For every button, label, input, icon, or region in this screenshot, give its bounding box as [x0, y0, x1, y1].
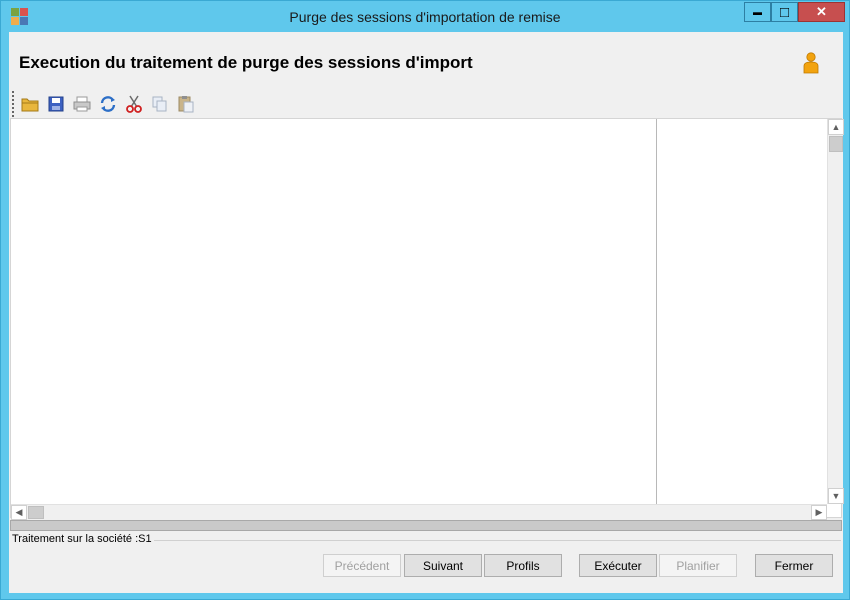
progress-bar: [10, 520, 842, 531]
window-title: Purge des sessions d'importation de remi…: [289, 9, 561, 25]
main-content-panel: ▲ ▼ ◀ ▶: [10, 118, 844, 520]
close-icon: ✕: [816, 4, 827, 19]
scroll-up-icon[interactable]: ▲: [828, 119, 844, 135]
close-dialog-button[interactable]: Fermer: [755, 554, 833, 577]
status-text: Traitement sur la société :S1: [12, 533, 154, 545]
left-pane[interactable]: [11, 119, 656, 504]
paste-icon[interactable]: [175, 94, 196, 115]
status-divider: [149, 540, 841, 541]
maximize-button[interactable]: □: [771, 2, 798, 22]
next-button-label: Suivant: [422, 558, 464, 573]
scroll-left-icon[interactable]: ◀: [11, 505, 27, 520]
minimize-button[interactable]: ▬: [744, 2, 771, 22]
execute-button[interactable]: Exécuter: [579, 554, 657, 577]
previous-button[interactable]: Précédent: [323, 554, 401, 577]
horizontal-scrollbar[interactable]: ◀ ▶: [11, 504, 827, 520]
main-window: Purge des sessions d'importation de remi…: [0, 0, 850, 600]
user-icon[interactable]: [802, 52, 820, 74]
next-button[interactable]: Suivant: [404, 554, 482, 577]
right-pane[interactable]: [657, 119, 827, 504]
print-icon[interactable]: [71, 94, 92, 115]
page-title: Execution du traitement de purge des ses…: [19, 53, 473, 72]
execute-button-label: Exécuter: [594, 558, 642, 573]
vertical-scrollbar[interactable]: ▲ ▼: [827, 119, 844, 504]
title-bar[interactable]: Purge des sessions d'importation de remi…: [1, 1, 849, 32]
save-icon[interactable]: [45, 94, 66, 115]
refresh-icon[interactable]: [97, 94, 118, 115]
client-area: Execution du traitement de purge des ses…: [9, 32, 844, 593]
maximize-icon: □: [779, 3, 790, 21]
minimize-icon: ▬: [753, 7, 762, 17]
close-button[interactable]: ✕: [798, 2, 845, 22]
previous-button-label: Précédent: [334, 558, 390, 573]
open-folder-icon[interactable]: [19, 94, 40, 115]
schedule-button[interactable]: Planifier: [659, 554, 737, 577]
profiles-button[interactable]: Profils: [484, 554, 562, 577]
vertical-scroll-thumb[interactable]: [829, 136, 843, 152]
schedule-button-label: Planifier: [676, 558, 720, 573]
scroll-down-icon[interactable]: ▼: [828, 488, 844, 504]
copy-icon[interactable]: [149, 94, 170, 115]
close-dialog-button-label: Fermer: [774, 558, 814, 573]
horizontal-scroll-thumb[interactable]: [28, 506, 44, 519]
profiles-button-label: Profils: [506, 558, 540, 573]
cut-icon[interactable]: [123, 94, 144, 115]
scroll-right-icon[interactable]: ▶: [811, 505, 827, 520]
toolbar: [12, 91, 312, 117]
